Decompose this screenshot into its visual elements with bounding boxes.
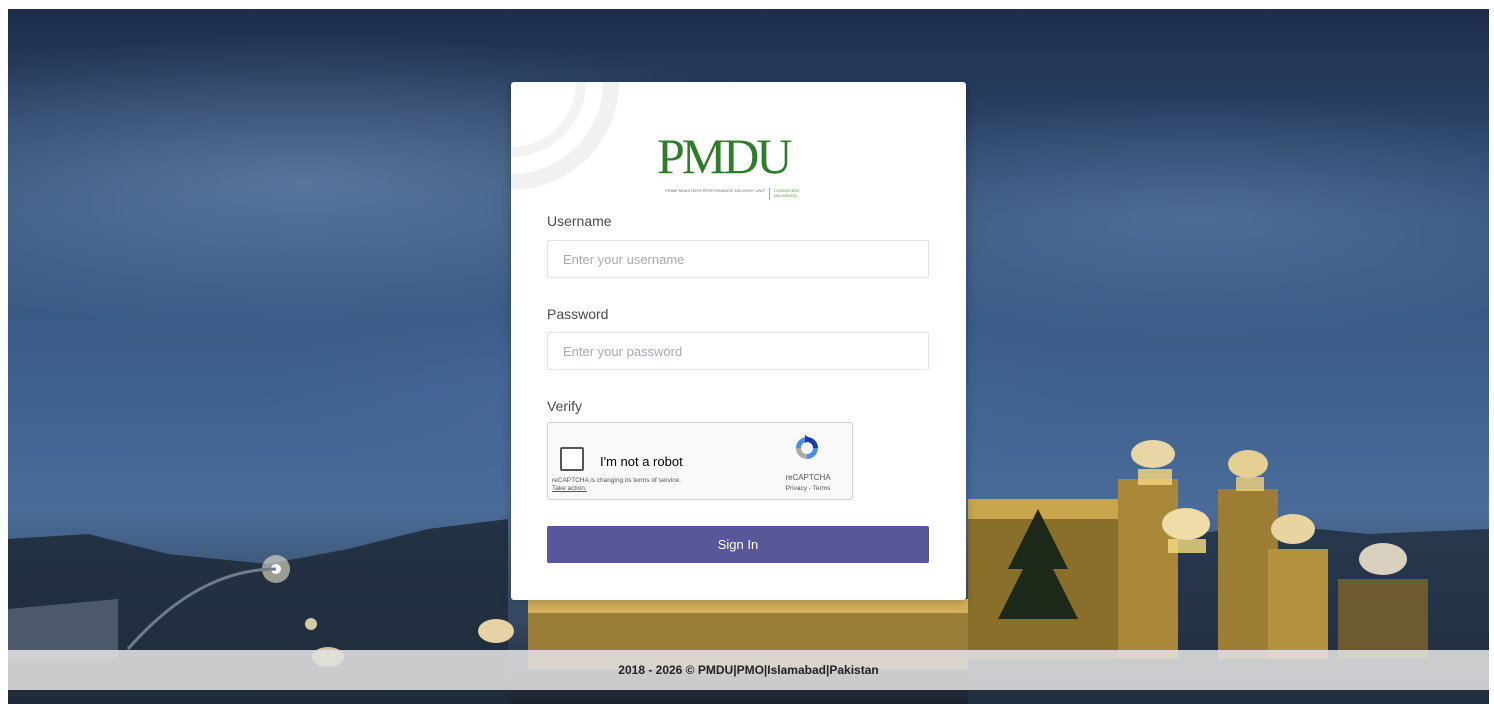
logo-subtitle: PRIME MINISTER'S PERFORMANCE DELIVERY UN… <box>657 188 827 202</box>
username-input[interactable] <box>547 240 929 278</box>
logo-sub-left: PRIME MINISTER'S PERFORMANCE DELIVERY UN… <box>665 188 765 193</box>
password-label: Password <box>547 306 609 322</box>
recaptcha-checkbox[interactable] <box>560 447 584 471</box>
recaptcha-checkbox-label: I'm not a robot <box>600 454 683 469</box>
footer-office: PMO <box>736 663 764 677</box>
password-input[interactable] <box>547 332 929 370</box>
footer-country: Pakistan <box>829 663 879 677</box>
recaptcha-privacy-link[interactable]: Privacy <box>786 485 807 492</box>
pmdu-logo: PMDU PRIME MINISTER'S PERFORMANCE DELIVE… <box>651 126 831 208</box>
verify-label: Verify <box>547 398 583 414</box>
recaptcha-logo-icon <box>796 435 818 459</box>
footer-bar: 2018 - 2026 © PMDU|PMO|Islamabad|Pakista… <box>8 650 1489 690</box>
recaptcha-notice: reCAPTCHA is changing its terms of servi… <box>552 477 681 493</box>
recaptcha-widget: I'm not a robot reCAPTCHA is changing it… <box>547 422 853 500</box>
recaptcha-links: Privacy - Terms <box>776 485 840 492</box>
logo-divider <box>769 188 770 200</box>
login-page: PMDU PRIME MINISTER'S PERFORMANCE DELIVE… <box>8 9 1489 704</box>
recaptcha-terms-link[interactable]: Terms <box>813 485 831 492</box>
username-label: Username <box>547 213 612 229</box>
footer-org: PMDU <box>697 663 734 677</box>
sign-in-button[interactable]: Sign In <box>547 526 929 563</box>
recaptcha-take-action-link[interactable]: Take action. <box>552 485 587 492</box>
decorative-swirl <box>511 82 619 190</box>
footer-years: 2018 - 2026 © <box>618 663 698 677</box>
logo-wordmark: PMDU <box>657 128 792 184</box>
recaptcha-notice-text: reCAPTCHA is changing its terms of servi… <box>552 477 681 484</box>
login-card: PMDU PRIME MINISTER'S PERFORMANCE DELIVE… <box>511 82 966 600</box>
footer-city: Islamabad <box>767 663 826 677</box>
recaptcha-brand: reCAPTCHA <box>785 473 831 482</box>
logo-sub-right: CONSISTENT DELIVERED <box>774 188 800 198</box>
